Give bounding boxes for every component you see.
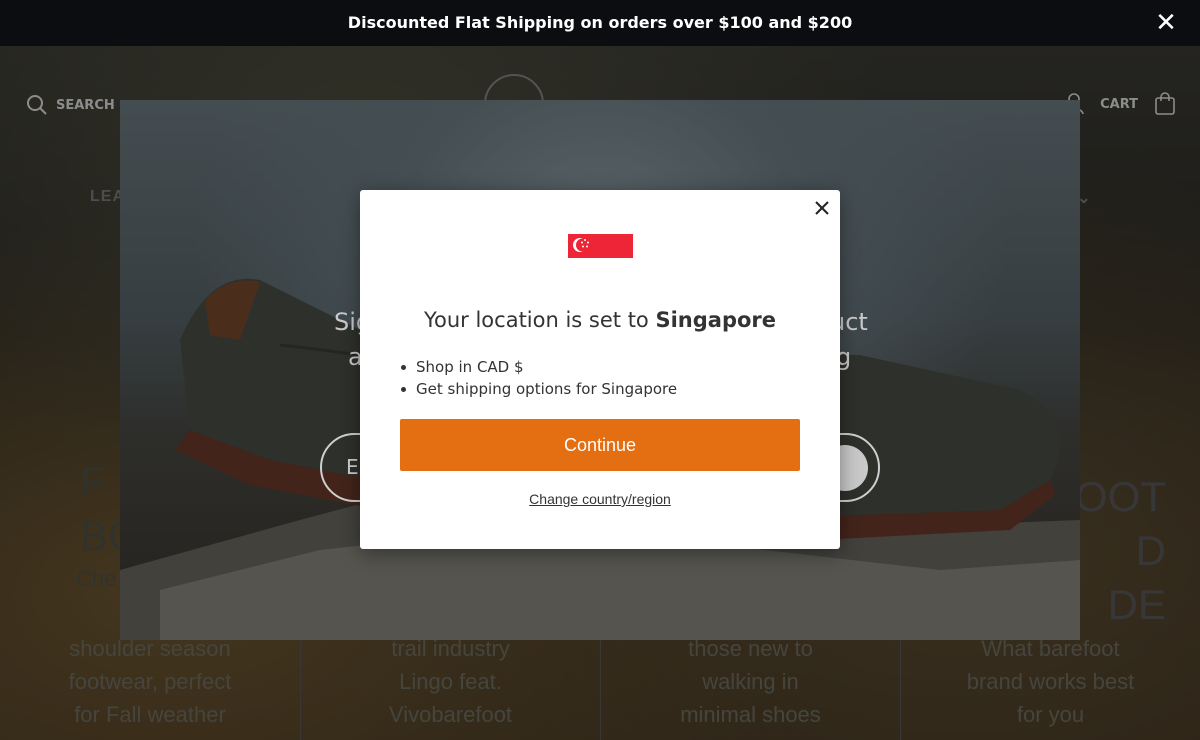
close-icon[interactable]: ✕ bbox=[1152, 9, 1180, 37]
location-benefits-list: Shop in CAD $ Get shipping options for S… bbox=[400, 356, 678, 400]
announcement-text: Discounted Flat Shipping on orders over … bbox=[347, 13, 853, 32]
list-item: Shop in CAD $ bbox=[400, 356, 677, 378]
continue-button[interactable]: Continue bbox=[400, 419, 800, 471]
announcement-bar: Discounted Flat Shipping on orders over … bbox=[0, 0, 1200, 46]
location-country: Singapore bbox=[655, 308, 777, 332]
change-country-link[interactable]: Change country/region bbox=[360, 491, 840, 507]
close-icon[interactable] bbox=[812, 198, 832, 218]
location-title-prefix: Your location is set to bbox=[423, 308, 649, 332]
list-item: Get shipping options for Singapore bbox=[400, 380, 678, 398]
location-title: Your location is set to Singapore bbox=[360, 308, 840, 332]
newsletter-email-placeholder: E bbox=[346, 455, 359, 479]
singapore-flag-icon bbox=[568, 234, 633, 258]
location-dialog: Your location is set to Singapore Shop i… bbox=[360, 190, 840, 549]
